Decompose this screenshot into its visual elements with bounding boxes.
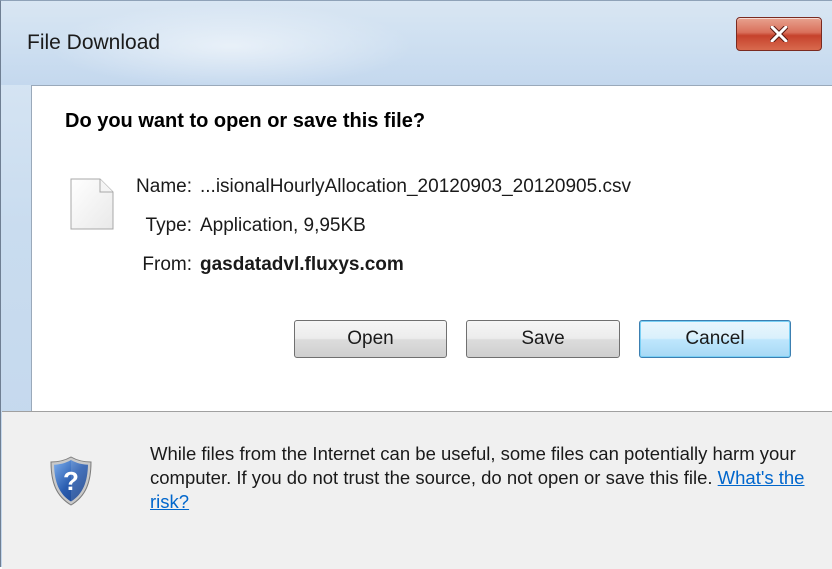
dialog-content: Do you want to open or save this file? N…: [2, 85, 832, 569]
shield-question-icon: ?: [50, 456, 92, 511]
file-type-value: Application, 9,95KB: [200, 215, 366, 236]
file-name-value: ...isionalHourlyAllocation_20120903_2012…: [200, 176, 631, 197]
security-warning-panel: ? While files from the Internet can be u…: [2, 412, 832, 569]
svg-text:?: ?: [63, 466, 79, 496]
cancel-button[interactable]: Cancel: [639, 320, 791, 358]
open-button[interactable]: Open: [294, 320, 447, 358]
security-warning-text: While files from the Internet can be use…: [150, 442, 820, 514]
close-button[interactable]: [736, 17, 822, 51]
title-bar[interactable]: File Download: [1, 1, 832, 85]
file-from-label: From:: [142, 254, 192, 275]
window-title: File Download: [27, 31, 161, 54]
close-icon: [770, 26, 788, 42]
file-name-label: Name:: [136, 176, 192, 197]
file-download-window: File Download Do you want to open or sav…: [0, 0, 832, 569]
save-button[interactable]: Save: [466, 320, 620, 358]
dialog-question: Do you want to open or save this file?: [65, 110, 426, 132]
file-from-value: gasdatadvl.fluxys.com: [200, 254, 404, 275]
warning-message: While files from the Internet can be use…: [150, 443, 796, 488]
file-type-label: Type:: [145, 215, 192, 236]
